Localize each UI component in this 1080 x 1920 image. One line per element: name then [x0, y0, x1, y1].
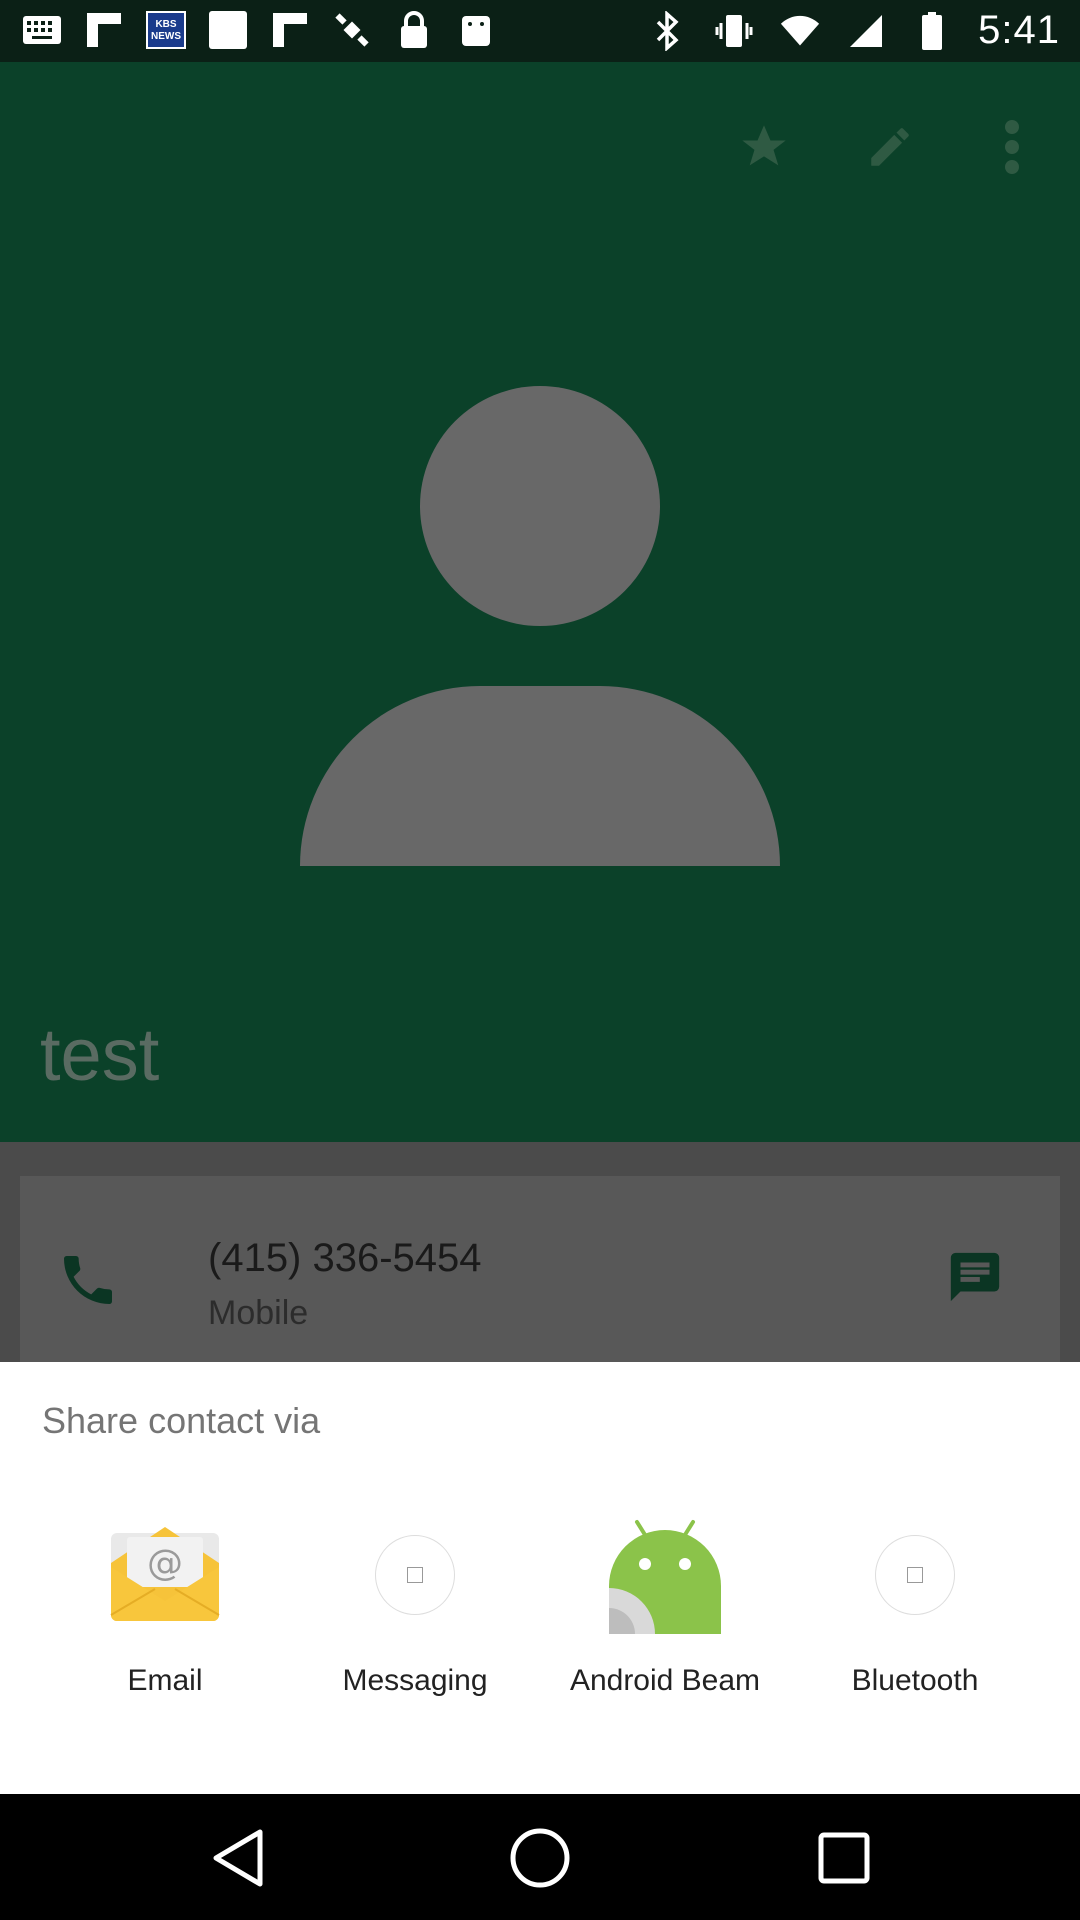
flipboard-icon — [270, 10, 310, 50]
navigation-bar — [0, 1794, 1080, 1920]
star-icon[interactable] — [724, 102, 804, 192]
share-target-label: Messaging — [342, 1664, 488, 1697]
wifi-icon — [780, 11, 820, 51]
lock-icon — [394, 10, 434, 50]
phone-type: Mobile — [208, 1294, 309, 1332]
share-target-email[interactable]: @ Email — [40, 1514, 290, 1754]
share-sheet: Share contact via @ Email Messaging Andr… — [0, 1362, 1080, 1794]
status-bar: KBS NEWS 5:41 — [0, 0, 1080, 62]
phone-icon[interactable] — [56, 1248, 120, 1312]
signal-icon — [846, 11, 886, 51]
avatar-head — [420, 386, 660, 626]
gps-icon — [332, 10, 372, 50]
avatar-body — [300, 686, 780, 866]
share-target-bluetooth[interactable]: Bluetooth — [790, 1514, 1040, 1754]
kbs-news-icon: KBS NEWS — [146, 11, 186, 49]
share-target-label: Email — [127, 1664, 203, 1697]
bluetooth-app-icon — [854, 1514, 976, 1636]
contact-header: test — [0, 62, 1080, 1142]
share-target-label: Bluetooth — [851, 1664, 979, 1697]
contact-name: test — [40, 1013, 160, 1096]
share-target-label: Android Beam — [569, 1664, 761, 1697]
phone-card[interactable] — [20, 1176, 1060, 1376]
android-beam-icon — [604, 1514, 726, 1636]
notification-icons: KBS NEWS — [22, 10, 496, 50]
messaging-app-icon — [354, 1514, 476, 1636]
home-icon[interactable] — [500, 1818, 580, 1898]
blank-app-icon — [208, 10, 248, 50]
android-icon — [456, 10, 496, 50]
more-vert-icon[interactable] — [972, 102, 1052, 192]
flipboard-icon — [84, 10, 124, 50]
bluetooth-icon — [648, 10, 688, 51]
share-target-android-beam[interactable]: Android Beam — [540, 1514, 790, 1754]
svg-text:@: @ — [147, 1543, 183, 1584]
system-status-icons: 5:41 — [648, 8, 1060, 53]
back-icon[interactable] — [198, 1818, 278, 1898]
vibrate-icon — [714, 11, 754, 51]
phone-number[interactable]: (415) 336-5454 — [208, 1236, 482, 1281]
email-app-icon: @ — [104, 1514, 226, 1636]
edit-icon[interactable] — [850, 102, 930, 192]
share-sheet-title: Share contact via — [42, 1400, 321, 1441]
message-icon[interactable] — [946, 1248, 1004, 1306]
battery-icon — [912, 11, 952, 51]
clock: 5:41 — [978, 8, 1060, 52]
keyboard-icon — [22, 10, 62, 50]
share-target-messaging[interactable]: Messaging — [290, 1514, 540, 1754]
recents-icon[interactable] — [804, 1818, 884, 1898]
contact-details: (415) 336-5454 Mobile — [0, 1142, 1080, 1376]
